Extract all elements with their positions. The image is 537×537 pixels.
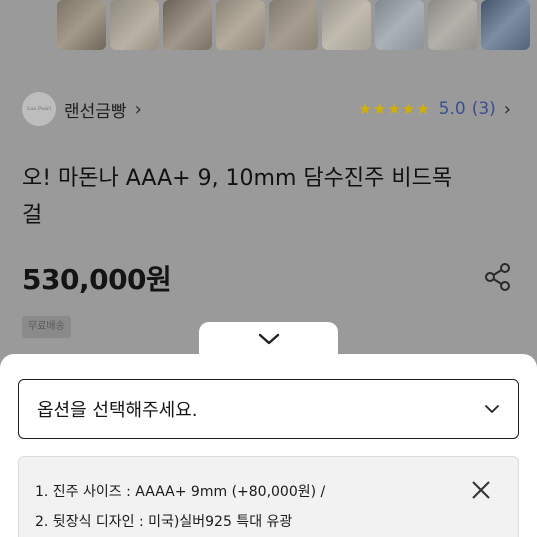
product-thumbnail[interactable]: [57, 0, 106, 50]
star-rating-icon: ★★★★★: [358, 100, 431, 118]
product-thumbnail[interactable]: [375, 0, 424, 50]
chevron-right-icon: ›: [503, 98, 511, 120]
shop-row: Lux Pearl 랜선금빵 › ★★★★★ 5.0 (3) ›: [22, 92, 511, 126]
rating-link[interactable]: ★★★★★ 5.0 (3) ›: [358, 99, 511, 120]
rating-value: 5.0: [438, 99, 466, 119]
shop-avatar-text: Lux Pearl: [26, 106, 52, 112]
product-thumbnail[interactable]: [269, 0, 318, 50]
image-gallery: [57, 0, 530, 58]
product-thumbnail[interactable]: [163, 0, 212, 50]
product-thumbnail[interactable]: [110, 0, 159, 50]
shop-name-link[interactable]: 랜선금빵: [64, 97, 127, 122]
product-thumbnail[interactable]: [481, 0, 530, 50]
product-title: 오! 마돈나 AAA+ 9, 10mm 담수진주 비드목걸: [22, 166, 453, 228]
share-icon[interactable]: [483, 262, 513, 292]
selected-option-card: 1. 진주 사이즈 : AAAA+ 9mm (+80,000원) / 2. 뒷장…: [18, 456, 519, 537]
product-thumbnail[interactable]: [216, 0, 265, 50]
close-icon[interactable]: [470, 479, 492, 501]
option-select-placeholder: 옵션을 선택해주세요.: [37, 400, 198, 421]
chevron-right-icon[interactable]: ›: [135, 99, 142, 120]
sheet-collapse-handle[interactable]: [199, 322, 338, 356]
selected-option-line: 1. 진주 사이즈 : AAAA+ 9mm (+80,000원) /: [35, 484, 326, 500]
product-price: 530,000원: [22, 263, 172, 296]
product-thumbnail[interactable]: [322, 0, 371, 50]
chevron-down-icon: [485, 405, 499, 413]
free-shipping-badge: 무료배송: [22, 316, 71, 338]
shop-avatar[interactable]: Lux Pearl: [22, 92, 56, 126]
selected-option-line: 2. 뒷장식 디자인 : 미국)실버925 특대 유광: [35, 514, 293, 530]
product-thumbnail[interactable]: [428, 0, 477, 50]
option-select[interactable]: 옵션을 선택해주세요.: [18, 379, 519, 439]
chevron-down-icon: [258, 333, 279, 345]
review-count: (3): [471, 99, 496, 119]
